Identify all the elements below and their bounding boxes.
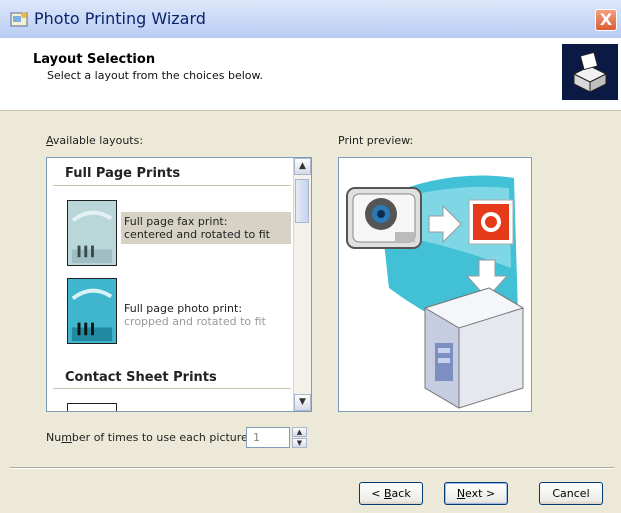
back-label-post: ack — [391, 487, 411, 500]
copies-label-post: ber of times to use each picture: — [71, 431, 252, 444]
page-title: Layout Selection — [33, 52, 156, 67]
close-button[interactable]: X — [595, 9, 617, 31]
copies-access-key: m — [61, 431, 72, 444]
photo-printing-wizard-window: Photo Printing Wizard X Layout Selection… — [0, 0, 621, 513]
print-preview-pane — [338, 157, 532, 412]
printer-icon — [423, 287, 525, 409]
group-divider — [53, 185, 291, 186]
close-icon: X — [599, 10, 613, 29]
photo-print-thumbnail — [67, 278, 117, 344]
layout-item-fax-print[interactable]: Full page fax print: centered and rotate… — [63, 200, 291, 274]
arrow-down-icon: ▼ — [296, 439, 303, 447]
cancel-button[interactable]: Cancel — [539, 482, 603, 505]
photo-print-detail: cropped and rotated to fit — [124, 315, 266, 328]
photo-print-text: Full page photo print: cropped and rotat… — [124, 302, 266, 328]
photo-icon — [468, 199, 514, 245]
copies-stepper[interactable]: ▲ ▼ — [292, 427, 307, 448]
copies-increment-button[interactable]: ▲ — [292, 427, 307, 437]
copies-input[interactable]: 1 — [246, 427, 290, 448]
fax-print-detail: centered and rotated to fit — [124, 228, 270, 241]
title-bar[interactable]: Photo Printing Wizard X — [0, 0, 621, 39]
arrow-down-icon: ▼ — [299, 397, 306, 407]
back-label-pre: < — [371, 487, 384, 500]
next-access-key: N — [456, 487, 466, 500]
layouts-listbox[interactable]: Full Page Prints Full page fax print: ce… — [46, 157, 312, 412]
next-label-post: ext > — [465, 487, 496, 500]
wizard-header: Layout Selection Select a layout from th… — [0, 38, 621, 111]
photo-print-title: Full page photo print: — [124, 302, 243, 315]
arrow-up-icon: ▲ — [299, 161, 306, 171]
next-button[interactable]: Next > — [444, 482, 508, 505]
fax-print-thumbnail — [67, 200, 117, 266]
copies-label-pre: Nu — [46, 431, 62, 444]
scroll-down-button[interactable]: ▼ — [294, 394, 311, 411]
camera-icon — [346, 187, 422, 249]
arrow-up-icon: ▲ — [296, 428, 303, 436]
copies-label: Number of times to use each picture: — [46, 431, 252, 444]
scroll-thumb[interactable] — [295, 179, 309, 223]
available-layouts-access-key: A — [46, 134, 53, 147]
fax-print-text: Full page fax print: centered and rotate… — [121, 212, 291, 244]
print-preview-image — [346, 175, 525, 409]
copies-decrement-button[interactable]: ▼ — [292, 438, 307, 448]
page-subtitle: Select a layout from the choices below. — [47, 69, 263, 82]
fax-print-title: Full page fax print: — [124, 215, 228, 228]
back-access-key: B — [384, 487, 392, 500]
group-header-contact-sheet: Contact Sheet Prints — [65, 370, 217, 385]
group-header-full-page: Full Page Prints — [65, 166, 181, 181]
window-title: Photo Printing Wizard — [34, 9, 206, 28]
footer-separator — [10, 467, 614, 469]
available-layouts-label-text: vailable layouts: — [52, 134, 144, 147]
layouts-scrollbar[interactable]: ▲ ▼ — [293, 158, 311, 411]
contact-sheet-thumbnail — [67, 403, 117, 411]
scroll-up-button[interactable]: ▲ — [294, 158, 311, 175]
printer-wizard-icon — [562, 44, 618, 100]
group-divider — [53, 388, 291, 389]
available-layouts-label: Available layouts: — [46, 134, 143, 147]
layout-item-photo-print[interactable]: Full page photo print: cropped and rotat… — [63, 278, 291, 352]
back-button[interactable]: < Back — [359, 482, 423, 505]
wizard-app-icon — [10, 12, 28, 27]
print-preview-label: Print preview: — [338, 134, 414, 147]
